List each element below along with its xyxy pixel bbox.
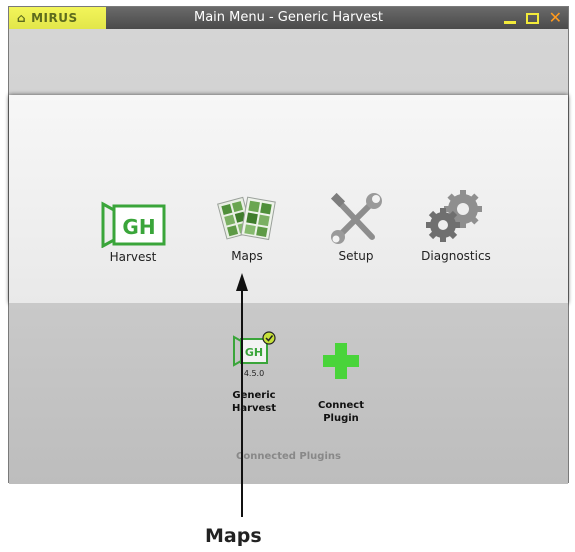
callout-arrow [236, 273, 248, 517]
callout-label: Maps [205, 525, 262, 547]
